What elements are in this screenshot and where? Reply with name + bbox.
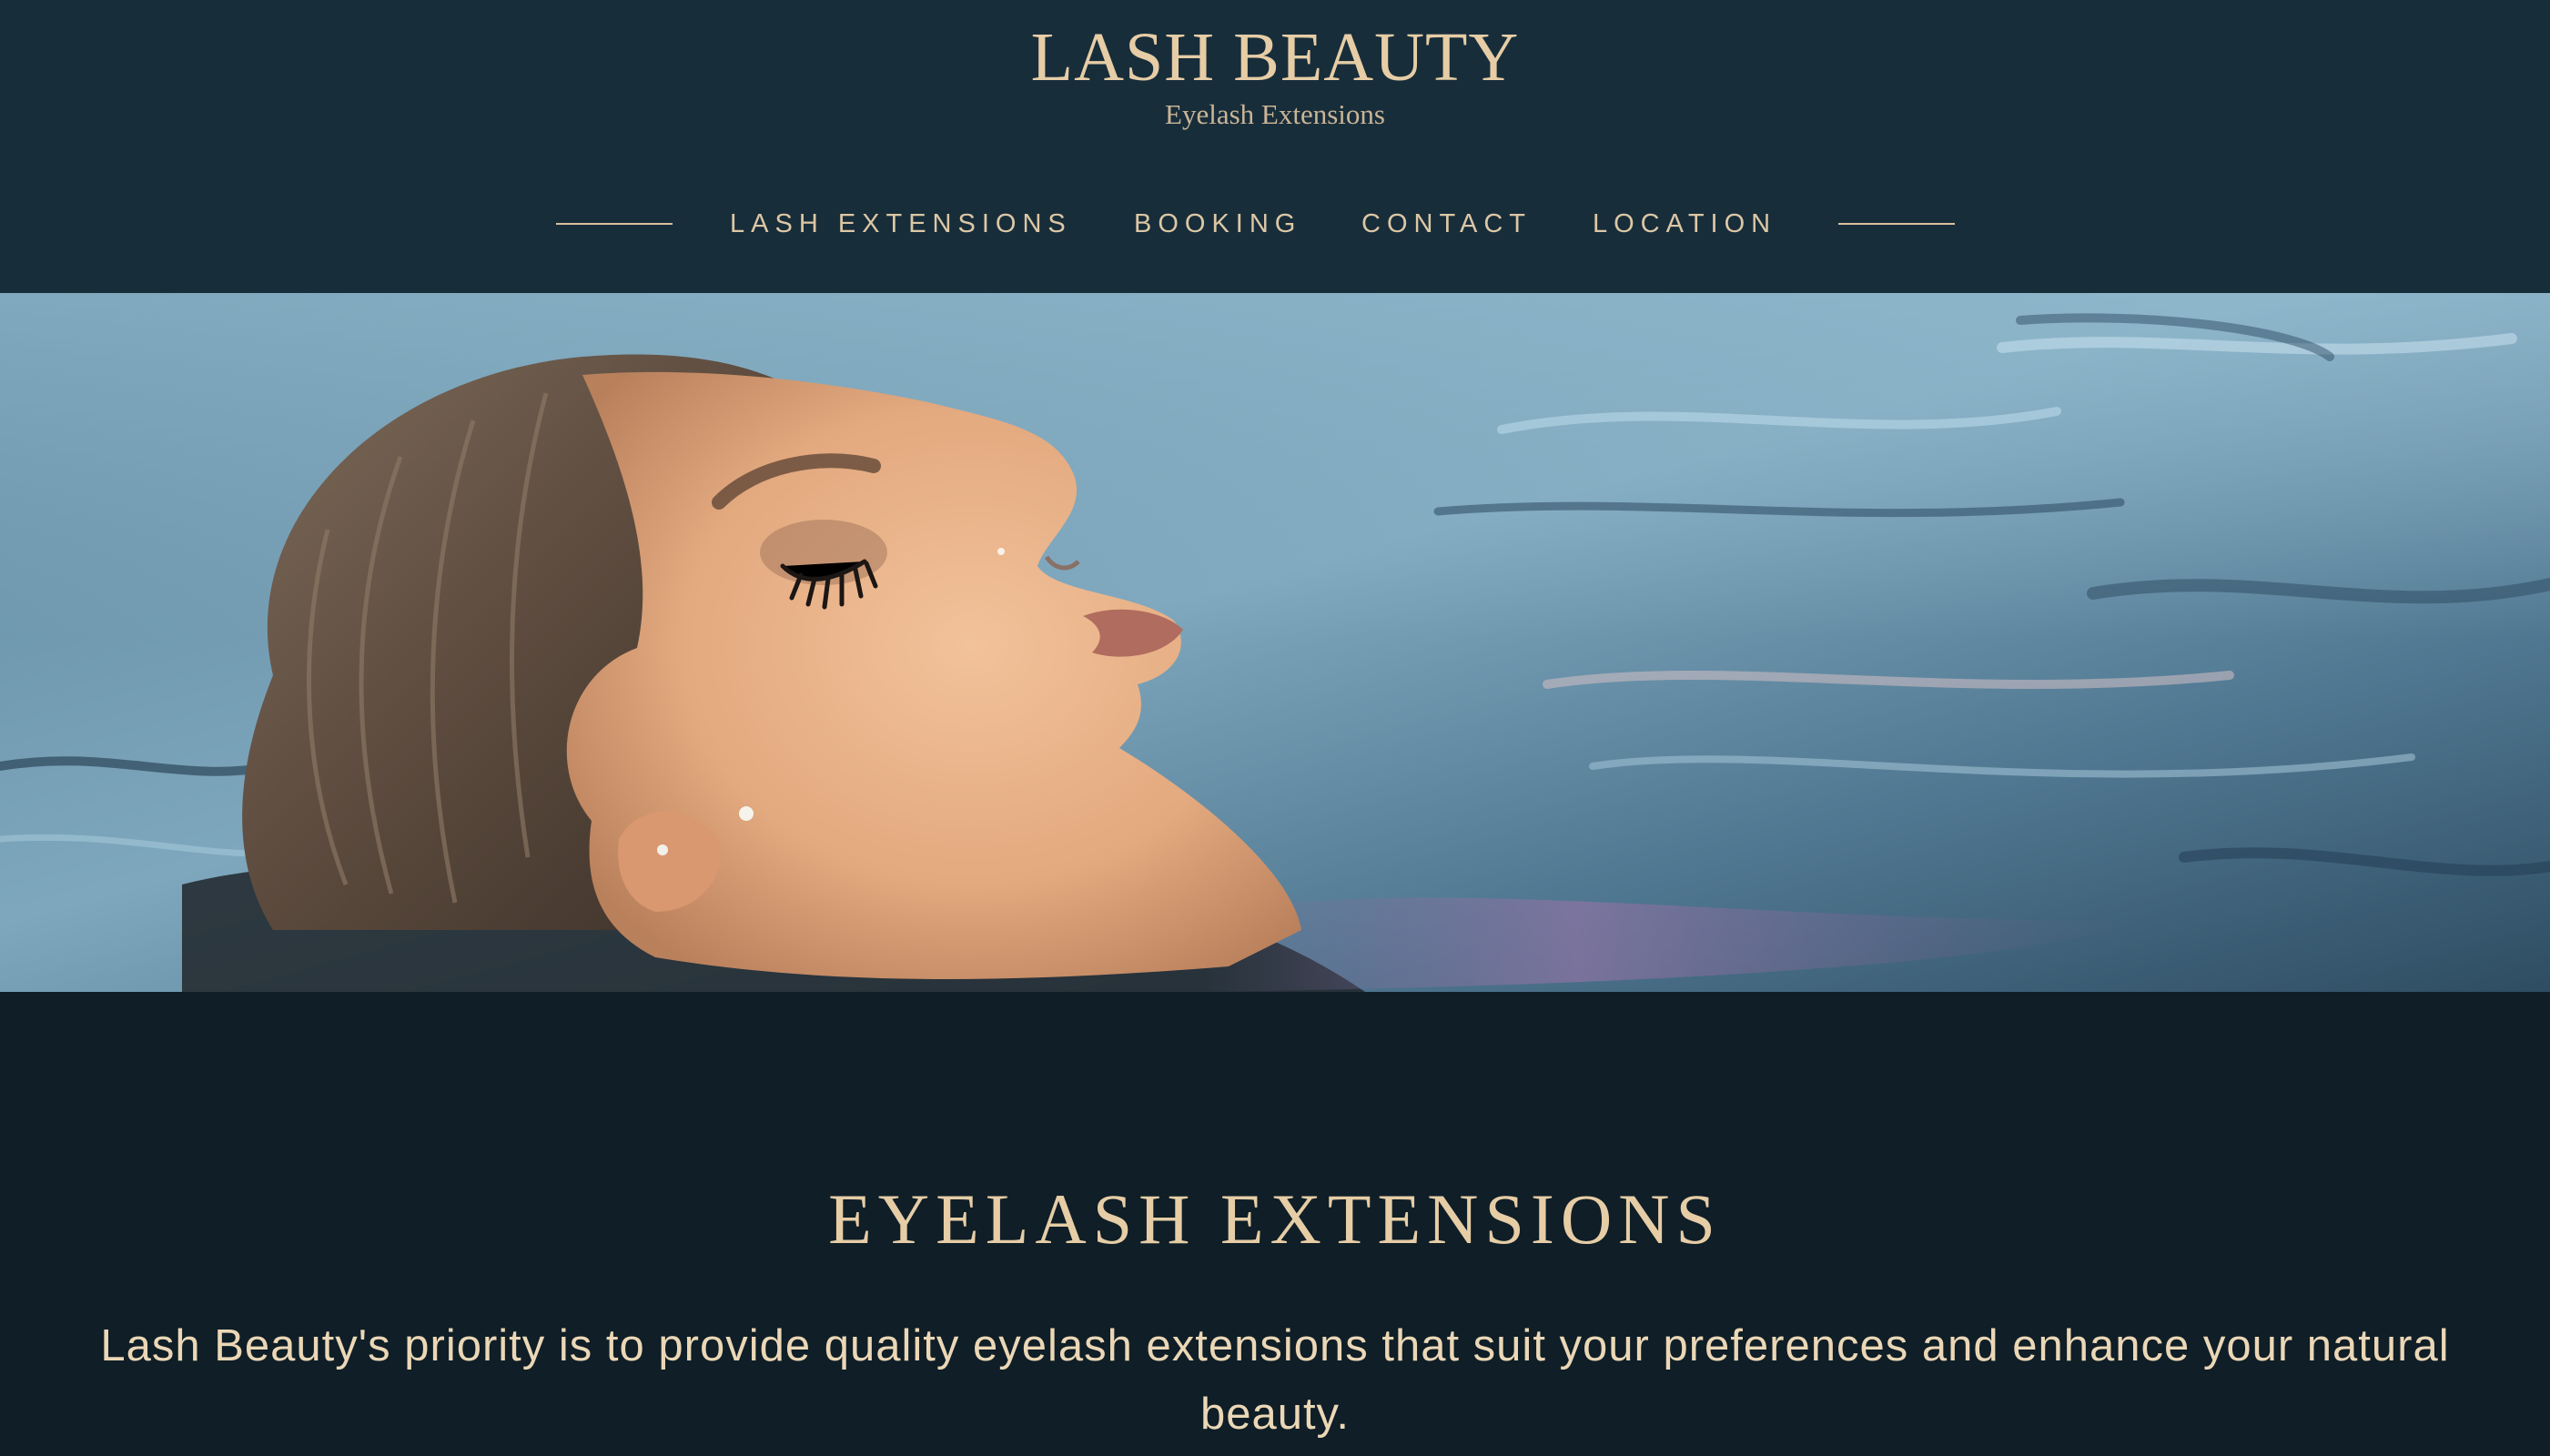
hero-photo [0,293,2550,992]
nav-link-location[interactable]: LOCATION [1593,204,1776,244]
nav-divider-left [556,223,673,225]
main-content: EYELASH EXTENSIONS Lash Beauty's priorit… [0,992,2550,1456]
brand-title[interactable]: LASH BEAUTY [0,16,2550,98]
section-title: EYELASH EXTENSIONS [828,1179,1722,1259]
nav-link-lash-extensions[interactable]: LASH EXTENSIONS [730,204,1072,244]
site-header: LASH BEAUTY Eyelash Extensions LASH EXTE… [0,0,2550,293]
nav-link-booking[interactable]: BOOKING [1134,204,1301,244]
main-nav: LASH EXTENSIONS BOOKING CONTACT LOCATION [0,204,2550,244]
nav-link-contact[interactable]: CONTACT [1361,204,1532,244]
section-body: Lash Beauty's priority is to provide qua… [100,1321,2450,1439]
nav-divider-right [1838,223,1955,225]
brand-subtitle: Eyelash Extensions [1165,98,1385,130]
hero-banner [0,293,2550,992]
